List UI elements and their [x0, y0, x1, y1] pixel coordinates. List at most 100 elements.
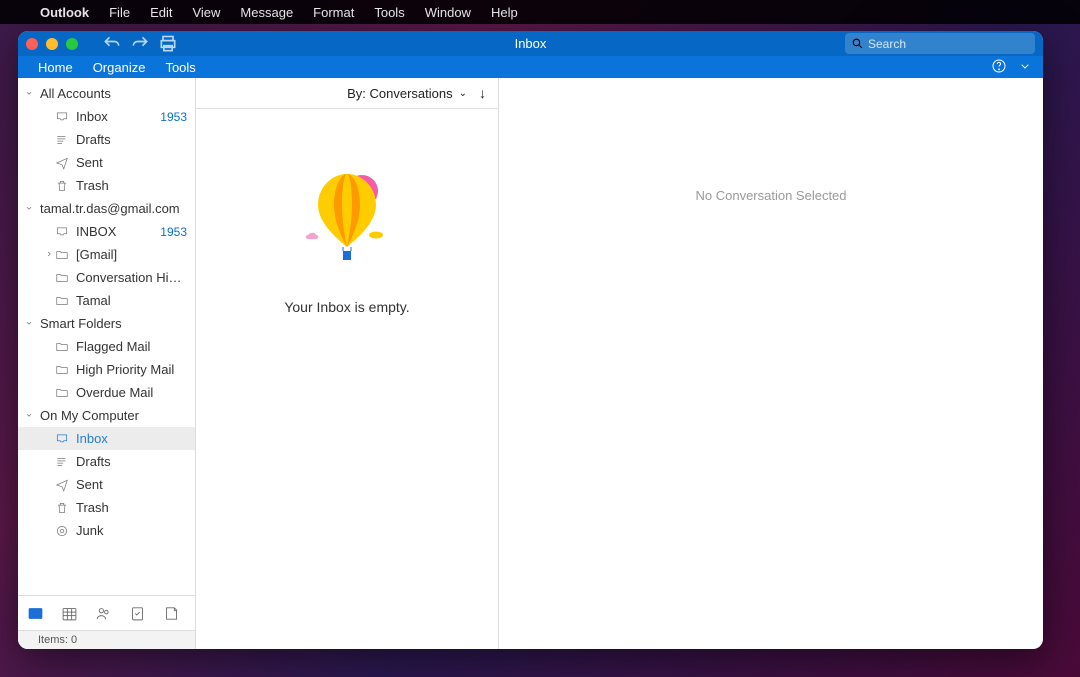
- menu-help[interactable]: Help: [481, 1, 528, 24]
- folder-item[interactable]: Drafts: [18, 128, 195, 151]
- calendar-view-icon[interactable]: [60, 604, 78, 622]
- close-button[interactable]: [26, 38, 38, 50]
- search-input[interactable]: [868, 37, 1029, 51]
- message-list-pane: By: Conversations ⌄ ↓: [196, 78, 499, 649]
- folder-item[interactable]: Conversation History: [18, 266, 195, 289]
- chevron-down-icon: ⌄: [459, 88, 467, 99]
- tray-icon: [54, 225, 70, 239]
- menu-format[interactable]: Format: [303, 1, 364, 24]
- balloon-illustration: [302, 169, 392, 279]
- folder-item[interactable]: Inbox: [18, 427, 195, 450]
- folder-item[interactable]: Sent: [18, 151, 195, 174]
- menu-tools[interactable]: Tools: [364, 1, 414, 24]
- menu-view[interactable]: View: [182, 1, 230, 24]
- folder-label: Inbox: [76, 109, 160, 124]
- window-title: Inbox: [515, 36, 547, 51]
- redo-icon[interactable]: [130, 34, 150, 54]
- folder-label: INBOX: [76, 224, 160, 239]
- folder-label: High Priority Mail: [76, 362, 187, 377]
- folder-label: Trash: [76, 500, 187, 515]
- arrow-down-icon[interactable]: ↓: [479, 85, 486, 101]
- folder-label: Trash: [76, 178, 187, 193]
- folder-label: Drafts: [76, 454, 187, 469]
- folder-icon: [54, 340, 70, 354]
- app-menu[interactable]: Outlook: [30, 1, 99, 24]
- folder-label: Overdue Mail: [76, 385, 187, 400]
- folder-icon: [54, 294, 70, 308]
- list-header[interactable]: By: Conversations ⌄ ↓: [196, 78, 498, 109]
- section-label: tamal.tr.das@gmail.com: [40, 201, 187, 216]
- search-field[interactable]: [845, 33, 1035, 54]
- minimize-button[interactable]: [46, 38, 58, 50]
- folder-label: Flagged Mail: [76, 339, 187, 354]
- sidebar: All AccountsInbox1953DraftsSentTrashtama…: [18, 78, 196, 649]
- junk-icon: [54, 524, 70, 538]
- chevron-right-icon: [44, 247, 54, 262]
- notes-view-icon[interactable]: [162, 604, 180, 622]
- trash-icon: [54, 501, 70, 515]
- folder-section-header[interactable]: All Accounts: [18, 82, 195, 105]
- empty-list-message: Your Inbox is empty.: [284, 299, 409, 315]
- folder-item[interactable]: Sent: [18, 473, 195, 496]
- folder-section-header[interactable]: Smart Folders: [18, 312, 195, 335]
- folder-label: Drafts: [76, 132, 187, 147]
- search-icon: [851, 37, 864, 50]
- window-controls: [26, 38, 78, 50]
- folder-item[interactable]: Tamal: [18, 289, 195, 312]
- tab-tools[interactable]: Tools: [155, 60, 205, 75]
- chevron-down-icon: [24, 86, 34, 101]
- folder-label: Sent: [76, 155, 187, 170]
- print-icon[interactable]: [158, 34, 178, 54]
- unread-count: 1953: [160, 110, 187, 124]
- message-list-body: Your Inbox is empty.: [196, 109, 498, 649]
- tasks-view-icon[interactable]: [128, 604, 146, 622]
- items-count: Items: 0: [38, 634, 77, 646]
- folder-icon: [54, 386, 70, 400]
- folder-item[interactable]: Junk: [18, 519, 195, 542]
- folder-item[interactable]: INBOX1953: [18, 220, 195, 243]
- folder-item[interactable]: Overdue Mail: [18, 381, 195, 404]
- help-icon[interactable]: [991, 58, 1007, 77]
- folder-tree: All AccountsInbox1953DraftsSentTrashtama…: [18, 78, 195, 595]
- folder-item[interactable]: Trash: [18, 174, 195, 197]
- people-view-icon[interactable]: [94, 604, 112, 622]
- tab-home[interactable]: Home: [28, 60, 83, 75]
- menu-message[interactable]: Message: [230, 1, 303, 24]
- macos-menubar: Outlook File Edit View Message Format To…: [0, 0, 1080, 24]
- folder-icon: [54, 248, 70, 262]
- unread-count: 1953: [160, 225, 187, 239]
- chevron-down-icon[interactable]: [1017, 58, 1033, 77]
- folder-icon: [54, 363, 70, 377]
- folder-item[interactable]: Flagged Mail: [18, 335, 195, 358]
- menu-file[interactable]: File: [99, 1, 140, 24]
- folder-item[interactable]: [Gmail]: [18, 243, 195, 266]
- folder-item[interactable]: High Priority Mail: [18, 358, 195, 381]
- folder-item[interactable]: Inbox1953: [18, 105, 195, 128]
- folder-label: Tamal: [76, 293, 187, 308]
- folder-item[interactable]: Trash: [18, 496, 195, 519]
- mail-view-icon[interactable]: [26, 604, 44, 622]
- fullscreen-button[interactable]: [66, 38, 78, 50]
- folder-item[interactable]: Drafts: [18, 450, 195, 473]
- send-icon: [54, 156, 70, 170]
- trash-icon: [54, 179, 70, 193]
- folder-label: [Gmail]: [76, 247, 187, 262]
- status-bar: Items: 0: [18, 630, 195, 649]
- quick-access-toolbar: [102, 34, 178, 54]
- section-label: All Accounts: [40, 86, 187, 101]
- undo-icon[interactable]: [102, 34, 122, 54]
- sort-label: By: Conversations: [347, 86, 453, 101]
- folder-section-header[interactable]: tamal.tr.das@gmail.com: [18, 197, 195, 220]
- folder-label: Junk: [76, 523, 187, 538]
- menu-window[interactable]: Window: [415, 1, 481, 24]
- nav-switcher: [18, 595, 195, 630]
- folder-label: Sent: [76, 477, 187, 492]
- chevron-down-icon: [24, 316, 34, 331]
- folder-section-header[interactable]: On My Computer: [18, 404, 195, 427]
- chevron-down-icon: [24, 408, 34, 423]
- folder-icon: [54, 271, 70, 285]
- menu-edit[interactable]: Edit: [140, 1, 182, 24]
- tab-organize[interactable]: Organize: [83, 60, 156, 75]
- reading-pane: No Conversation Selected: [499, 78, 1043, 649]
- folder-label: Conversation History: [76, 270, 187, 285]
